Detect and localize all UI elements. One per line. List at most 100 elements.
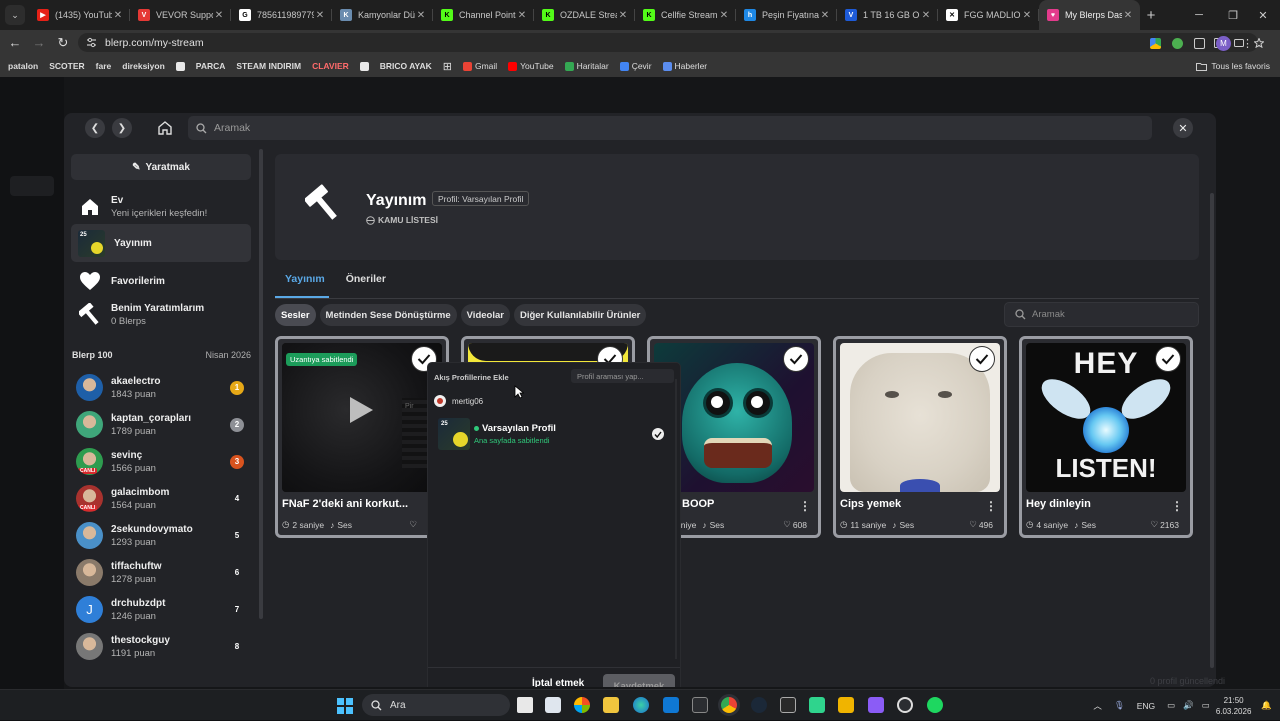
maximize-button[interactable]: ❐ [1216, 0, 1250, 30]
bookmark-star-icon[interactable] [1254, 37, 1264, 48]
app-purple-icon[interactable] [868, 697, 884, 713]
tab-close-icon[interactable]: ✕ [112, 10, 124, 21]
browser-menu-icon[interactable]: ⋮ [1242, 37, 1253, 50]
epic-games-icon[interactable] [780, 697, 796, 713]
browser-tab[interactable]: K OZDALE Stream✕ [534, 0, 635, 30]
bookmark-item[interactable]: YouTube [508, 61, 554, 71]
bookmark-item[interactable]: Haritalar [564, 61, 609, 71]
heart-icon[interactable]: ♡ [969, 519, 977, 530]
close-window-button[interactable]: ✕ [1246, 0, 1280, 30]
content-search-input[interactable]: Aramak [1004, 302, 1199, 327]
bookmark-item[interactable]: ⊞ [443, 60, 452, 73]
leaderboard-row[interactable]: CANLI galacimbom 1564 puan 4 [76, 480, 251, 517]
browser-tab[interactable]: h Peşin Fiyatına ✕ [736, 0, 837, 30]
card-title[interactable]: FNaF 2'deki ani korkut... [282, 498, 432, 510]
card-title[interactable]: Hey dinleyin [1026, 498, 1176, 510]
leaderboard-row[interactable]: kaptan_çorapları 1789 puan 2 [76, 406, 251, 443]
bookmark-item[interactable]: SCOTER [49, 61, 84, 71]
chrome-icon[interactable] [721, 697, 737, 713]
sidebar-nav-item[interactable]: Favorilerim [71, 262, 251, 300]
modal-forward-button[interactable]: ❯ [112, 118, 132, 138]
shield-extension-icon[interactable] [1172, 38, 1183, 49]
browser-tab[interactable]: V 1 TB 16 GB Oli ✕ [837, 0, 938, 30]
modal-close-button[interactable]: ✕ [1173, 118, 1193, 138]
puzzle-extensions-icon[interactable] [1194, 38, 1205, 49]
bookmark-item[interactable]: fare [96, 61, 112, 71]
new-tab-button[interactable]: + [1140, 7, 1162, 24]
sidebar-nav-item[interactable]: Ev Yeni içerikleri keşfedin! [71, 188, 251, 226]
steam-icon[interactable] [751, 697, 767, 713]
global-search-input[interactable]: Aramak [188, 116, 1152, 140]
content-scrollbar[interactable] [1210, 193, 1214, 668]
browser-tab[interactable]: K Channel Points ✕ [433, 0, 534, 30]
taskbar-search[interactable]: Ara [362, 694, 510, 716]
profile-search-input[interactable]: Profil araması yap... [571, 369, 674, 383]
sidebar-nav-item[interactable]: 25 Yayınım [71, 224, 251, 262]
tab-close-icon[interactable]: ✕ [819, 10, 831, 21]
leaderboard-row[interactable]: akaelectro 1843 puan 1 [76, 369, 251, 406]
browser-tab[interactable]: ✕ FGG MADLION ✕ [938, 0, 1039, 30]
filter-chip[interactable]: Videolar [460, 304, 510, 326]
tab-close-icon[interactable]: ✕ [1122, 10, 1134, 21]
leaderboard-row[interactable]: Jdrchubzdpt 1246 puan 7 [76, 591, 251, 628]
edge-icon[interactable] [633, 697, 649, 713]
app-green-icon[interactable] [809, 697, 825, 713]
app-icon[interactable] [692, 697, 708, 713]
bookmark-item[interactable]: PARCA [196, 61, 226, 71]
card-selected-check[interactable] [1155, 346, 1181, 372]
save-button[interactable]: Kaydetmek [603, 674, 675, 687]
blerp-card[interactable]: Pir Uzantıya sabitlendi FNaF 2'deki ani … [275, 336, 449, 538]
app-circle-icon[interactable] [897, 697, 913, 713]
chevron-up-icon[interactable]: ︿ [1093, 700, 1102, 712]
profile-badge[interactable]: Profil: Varsayılan Profil [432, 191, 530, 206]
back-button[interactable]: ← [3, 35, 27, 50]
heart-icon[interactable]: ♡ [1150, 519, 1158, 530]
browser-tab[interactable]: ♥ My Blerps Dash✕ [1039, 0, 1140, 30]
leaderboard-row[interactable]: CANLI sevinç 1566 puan 3 [76, 443, 251, 480]
outlook-icon[interactable] [663, 697, 679, 713]
heart-icon[interactable]: ♡ [783, 519, 791, 530]
bookmark-item[interactable]: Gmail [462, 61, 497, 71]
bookmark-item[interactable]: Haberler [662, 61, 707, 71]
copilot-icon[interactable] [574, 697, 590, 713]
blerp-card[interactable]: HEY LISTEN! Hey dinleyin ⋮ ◷ 4 saniye ♪ … [1019, 336, 1193, 538]
store-icon[interactable] [545, 697, 561, 713]
file-explorer-icon[interactable] [603, 697, 619, 713]
filter-chip[interactable]: Sesler [275, 304, 316, 326]
microphone-icon[interactable]: 🎙 [1114, 700, 1125, 711]
battery-icon[interactable]: ▭ [1202, 700, 1210, 711]
leaderboard-row[interactable]: tiffachuftw 1278 puan 6 [76, 554, 251, 591]
bookmark-item[interactable] [359, 61, 369, 71]
sidebar-nav-item[interactable]: Benim Yaratımlarım 0 Blerps [71, 296, 251, 334]
volume-icon[interactable]: 🔊 [1183, 700, 1194, 711]
leaderboard-row[interactable]: thestockguy 1191 puan 8 [76, 628, 251, 665]
language-indicator[interactable]: ENG [1137, 701, 1155, 711]
popup-scrollbar[interactable] [675, 379, 677, 659]
content-tab[interactable]: Yayınım [285, 273, 325, 295]
profile-check-icon[interactable] [652, 428, 664, 440]
bookmark-item[interactable]: direksiyon [122, 61, 165, 71]
heart-icon[interactable]: ♡ [409, 519, 417, 530]
modal-back-button[interactable]: ❮ [85, 118, 105, 138]
leaderboard-row[interactable]: 2sekundovymato 1293 puan 5 [76, 517, 251, 554]
minimize-button[interactable]: ─ [1182, 0, 1216, 30]
create-button[interactable]: ✎ Yaratmak [71, 154, 251, 180]
browser-tab[interactable]: ▶ (1435) YouTube✕ [29, 0, 130, 30]
spotify-icon[interactable] [927, 697, 943, 713]
profile-option[interactable]: 25 Varsayılan Profil Ana sayfada sabitle… [438, 417, 664, 451]
network-icon[interactable]: ▭ [1167, 700, 1175, 711]
cancel-button[interactable]: İptal etmek [532, 678, 584, 687]
card-menu-icon[interactable]: ⋮ [799, 499, 811, 513]
tab-close-icon[interactable]: ✕ [617, 10, 629, 21]
bookmark-item[interactable]: CLAVIER [312, 61, 349, 71]
profile-avatar[interactable]: M [1216, 36, 1231, 51]
tab-search-button[interactable]: ⌄ [5, 5, 25, 25]
drive-extension-icon[interactable] [1150, 38, 1161, 49]
tab-close-icon[interactable]: ✕ [1021, 10, 1033, 21]
browser-tab[interactable]: K Kamyonlar Dü ✕ [332, 0, 433, 30]
sidebar-scrollbar[interactable] [259, 149, 263, 619]
windows-start-icon[interactable] [337, 698, 353, 714]
notification-bell-icon[interactable]: 🔔 [1261, 700, 1272, 711]
clock[interactable]: 21:50 6.03.2026 [1216, 695, 1252, 717]
site-info-icon[interactable] [86, 37, 97, 48]
